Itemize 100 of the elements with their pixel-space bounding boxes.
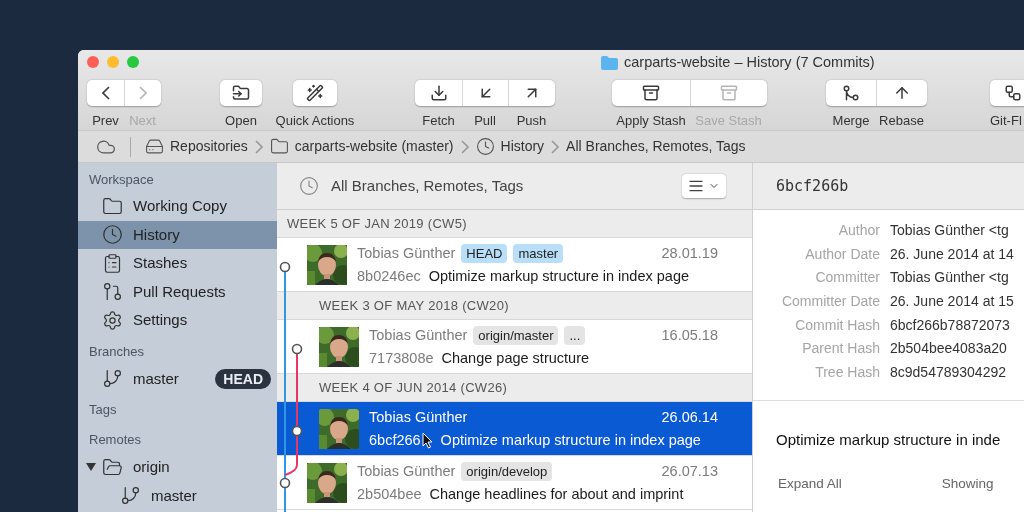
breadcrumb-item[interactable]: Repositories (145, 136, 248, 157)
sidebar-item[interactable]: master HEAD (78, 364, 277, 393)
disclosure-triangle-icon[interactable] (86, 462, 96, 473)
commit-hash: 6bcf266 (369, 430, 421, 450)
breadcrumb-item[interactable]: History (475, 136, 545, 157)
toolbar-label: Merge (831, 111, 871, 130)
commit-hash: 8b0246ec (357, 266, 421, 286)
sidebar-item-label: Pull Requests (133, 281, 226, 302)
week-header: WEEK 3 OF MAY 2018 (CW20) (277, 292, 752, 320)
breadcrumb-item[interactable]: All Branches, Remotes, Tags (566, 136, 746, 157)
sidebar-item[interactable]: Settings (78, 306, 277, 335)
folder-icon (102, 195, 123, 217)
commit-row[interactable]: Tobias Günther 26.06.14 6bcf266 Optimize markup structure in index page (277, 402, 752, 456)
sidebar-item[interactable]: Working Copy (78, 192, 277, 221)
toolbar-label: Apply Stash (615, 111, 687, 130)
sidebar-item-label: master (151, 485, 197, 506)
branch-filter[interactable]: All Branches, Remotes, Tags (331, 174, 524, 198)
sidebar-item-label: Settings (133, 310, 188, 330)
commit-author: Tobias Günther (369, 325, 468, 345)
field-value: 8c9d54789304292 (890, 362, 1006, 382)
file-count-text: Showing (941, 474, 994, 493)
sidebar-item[interactable]: History (78, 220, 277, 249)
box-icon (642, 84, 660, 102)
commit-date: 16.05.18 (661, 325, 718, 345)
expand-all-link[interactable]: Expand All (778, 473, 842, 494)
toolbar-label: Push (515, 111, 548, 130)
toolbar-label: Open (225, 111, 257, 130)
commit-author: Tobias Günther (357, 243, 456, 263)
commit-hash: 2b504bee (357, 484, 422, 504)
sidebar-item-label: History (133, 224, 180, 245)
mouse-pointer-icon (421, 432, 433, 449)
sidebar-section-title: Branches (88, 342, 145, 361)
toolbar-label: Git-Fl (990, 111, 1022, 130)
commit-author: Tobias Günther (357, 461, 456, 481)
field-label: Parent Hash (801, 339, 880, 359)
branch-icon (120, 485, 141, 507)
sidebar-item[interactable]: master (78, 481, 277, 510)
field-value: 2b504bee4083a20 (890, 339, 1007, 359)
commit-hash: 7173808e (369, 348, 434, 368)
head-badge: HEAD (215, 368, 271, 389)
commit-message: Optimize markup structure in inde (775, 430, 1002, 451)
sidebar-item-label: Working Copy (133, 196, 227, 216)
view-options-button[interactable] (682, 174, 726, 198)
field-label: Committer (814, 268, 880, 288)
commit-message: Change page structure (441, 348, 590, 368)
ref-tag: ... (564, 326, 586, 345)
sidebar-section-title: Remotes (88, 431, 143, 449)
field-value: 26. June 2014 at 15 (890, 292, 1014, 312)
commit-author: Tobias Günther (369, 407, 468, 427)
commit-date: 26.07.13 (661, 461, 718, 481)
settings-icon (102, 309, 123, 331)
week-header: WEEK 4 OF JUN 2014 (CW26) (277, 374, 752, 402)
sidebar-item[interactable]: Pull Requests (78, 277, 277, 306)
commit-message: Optimize markup structure in index page (428, 266, 690, 286)
magic-wand-icon (306, 84, 324, 102)
commit-date: 28.01.19 (661, 243, 718, 263)
ref-tag: origin/master (473, 326, 559, 345)
ref-tag: origin/develop (461, 462, 553, 481)
toolbar-label: Fetch (421, 111, 456, 130)
drive-icon (145, 137, 164, 156)
field-value: 26. June 2014 at 14 (890, 244, 1014, 264)
clipboard-icon (102, 252, 123, 274)
download-icon (429, 84, 448, 102)
pull-request-icon (102, 281, 123, 303)
clock-icon (299, 176, 319, 196)
field-label: Tree Hash (814, 362, 880, 382)
merge-icon (842, 84, 860, 102)
commit-date: 26.06.14 (661, 407, 718, 427)
window-title: carparts-website – History (7 Commits) (624, 53, 875, 73)
chevron-right-icon (139, 86, 147, 100)
chevron-right-icon (254, 139, 263, 154)
commit-hash-heading: 6bcf266b (776, 175, 849, 197)
chevron-left-icon (101, 86, 110, 100)
ref-tag: master (513, 244, 564, 263)
sidebar-item-label: master (133, 368, 179, 389)
sidebar-item-label: origin (133, 457, 170, 477)
toolbar-label: Pull (473, 111, 497, 130)
field-value: Tobias Günther <tg (890, 268, 1009, 288)
clock-icon (475, 137, 495, 156)
commit-message: Optimize markup structure in index page (440, 430, 701, 450)
field-label: Author Date (804, 244, 880, 264)
field-value: 6bcf266b78872073 (890, 315, 1010, 335)
sidebar-section-title: Tags (88, 401, 118, 419)
clock-icon (102, 224, 123, 246)
field-value: Tobias Günther <tg (890, 221, 1009, 241)
folder-icon (232, 84, 250, 102)
toolbar-label: Quick Actions (275, 111, 355, 130)
toolbar-label: Rebase (878, 111, 925, 130)
commit-message: Change headlines for about and imprint (429, 484, 684, 504)
toolbar-label: Prev (91, 111, 120, 130)
sidebar-item[interactable]: origin (78, 453, 277, 482)
folder-icon (601, 56, 618, 70)
week-header: WEEK 5 OF JAN 2019 (CW5) (277, 210, 752, 238)
folder-icon (102, 456, 123, 478)
flow-icon (1004, 84, 1022, 102)
box-icon (720, 84, 738, 102)
breadcrumb-item[interactable]: carparts-website (master) (269, 136, 454, 157)
branch-icon (102, 368, 123, 390)
sidebar-item[interactable]: Stashes (78, 249, 277, 278)
field-label: Author (837, 221, 880, 241)
